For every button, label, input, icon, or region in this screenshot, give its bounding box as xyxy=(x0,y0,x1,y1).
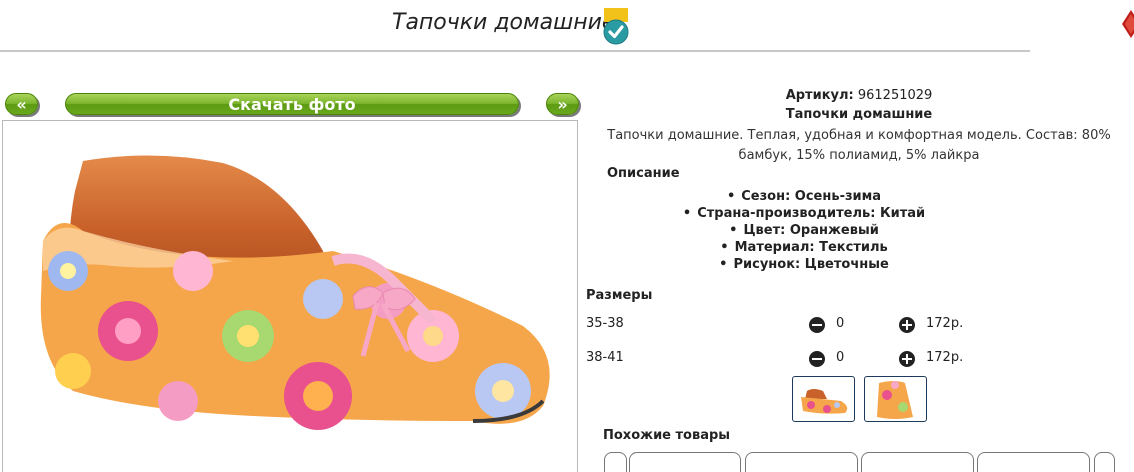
similar-card[interactable] xyxy=(604,452,627,472)
slipper-image xyxy=(40,155,550,430)
similar-card[interactable] xyxy=(977,452,1090,472)
thumbnail-image xyxy=(877,381,913,419)
similar-card[interactable] xyxy=(1094,452,1115,472)
prev-photo-button[interactable]: « xyxy=(5,93,38,115)
close-icon[interactable] xyxy=(1122,8,1134,40)
article-label: Артикул: xyxy=(785,88,854,103)
verified-check-icon xyxy=(603,8,629,45)
similar-heading: Похожие товары xyxy=(603,428,731,443)
size-price: 172р. xyxy=(926,316,964,331)
property-item: Страна-производитель: Китай xyxy=(584,205,1024,222)
property-item: Сезон: Осень-зима xyxy=(584,188,1024,205)
photo-thumbnail[interactable] xyxy=(792,376,855,422)
property-item: Рисунок: Цветочные xyxy=(584,256,1024,273)
header-divider xyxy=(0,50,1030,52)
property-list: Сезон: Осень-зима Страна-производитель: … xyxy=(584,188,1024,273)
product-name: Тапочки домашние xyxy=(785,107,933,122)
photo-thumbnail[interactable] xyxy=(864,376,927,422)
product-photo[interactable] xyxy=(2,120,578,472)
sizes-heading: Размеры xyxy=(586,288,653,303)
minus-icon[interactable] xyxy=(809,351,825,367)
size-quantity: 0 xyxy=(836,350,845,365)
property-item: Материал: Текстиль xyxy=(584,239,1024,256)
size-price: 172р. xyxy=(926,350,964,365)
product-description: Тапочки домашние. Теплая, удобная и комф… xyxy=(607,128,1111,163)
plus-icon[interactable] xyxy=(899,317,915,333)
next-photo-button[interactable]: » xyxy=(546,93,579,115)
size-name: 38-41 xyxy=(586,350,624,365)
similar-card[interactable] xyxy=(861,452,974,472)
description-heading: Описание xyxy=(607,166,680,181)
page-title: Тапочки домашние xyxy=(392,10,616,35)
property-item: Цвет: Оранжевый xyxy=(584,222,1024,239)
download-photo-button[interactable]: Скачать фото xyxy=(65,93,519,115)
size-name: 35-38 xyxy=(586,316,624,331)
minus-icon[interactable] xyxy=(809,317,825,333)
plus-icon[interactable] xyxy=(899,351,915,367)
thumbnail-image xyxy=(801,389,848,414)
size-quantity: 0 xyxy=(836,316,845,331)
article-line: Артикул: 961251029 xyxy=(584,88,1134,103)
article-value: 961251029 xyxy=(857,88,933,103)
similar-card[interactable] xyxy=(745,452,858,472)
similar-card[interactable] xyxy=(629,452,741,472)
